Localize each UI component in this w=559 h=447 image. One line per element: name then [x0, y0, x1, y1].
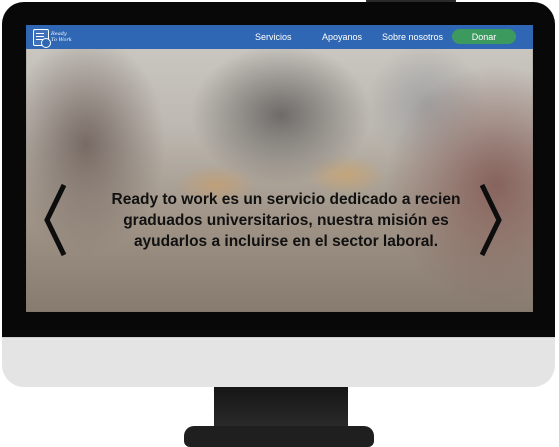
logo-icon	[33, 28, 51, 48]
navbar: Ready To Work Servicios Apoyanos Sobre n…	[26, 25, 533, 49]
carousel-next-button[interactable]	[476, 180, 506, 260]
website-screen: Ready To Work Servicios Apoyanos Sobre n…	[26, 25, 533, 312]
nav-link-apoyanos[interactable]: Apoyanos	[322, 32, 362, 42]
chevron-right-icon	[479, 183, 502, 257]
carousel-prev-button[interactable]	[40, 180, 70, 260]
logo-text: Ready To Work	[51, 31, 72, 43]
hero-overlay	[26, 25, 533, 312]
carousel-caption: Ready to work es un servicio dedicado a …	[111, 191, 461, 250]
nav-link-servicios[interactable]: Servicios	[255, 32, 292, 42]
chevron-left-icon	[44, 183, 67, 257]
site-logo[interactable]: Ready To Work	[33, 28, 75, 48]
monitor-stand-base	[184, 426, 374, 447]
monitor-stand-neck	[214, 387, 348, 429]
nav-link-sobre-nosotros[interactable]: Sobre nosotros	[382, 32, 443, 42]
monitor-chin	[2, 337, 555, 387]
donate-button[interactable]: Donar	[452, 29, 516, 44]
monitor-mockup: Ready To Work Servicios Apoyanos Sobre n…	[0, 0, 559, 447]
